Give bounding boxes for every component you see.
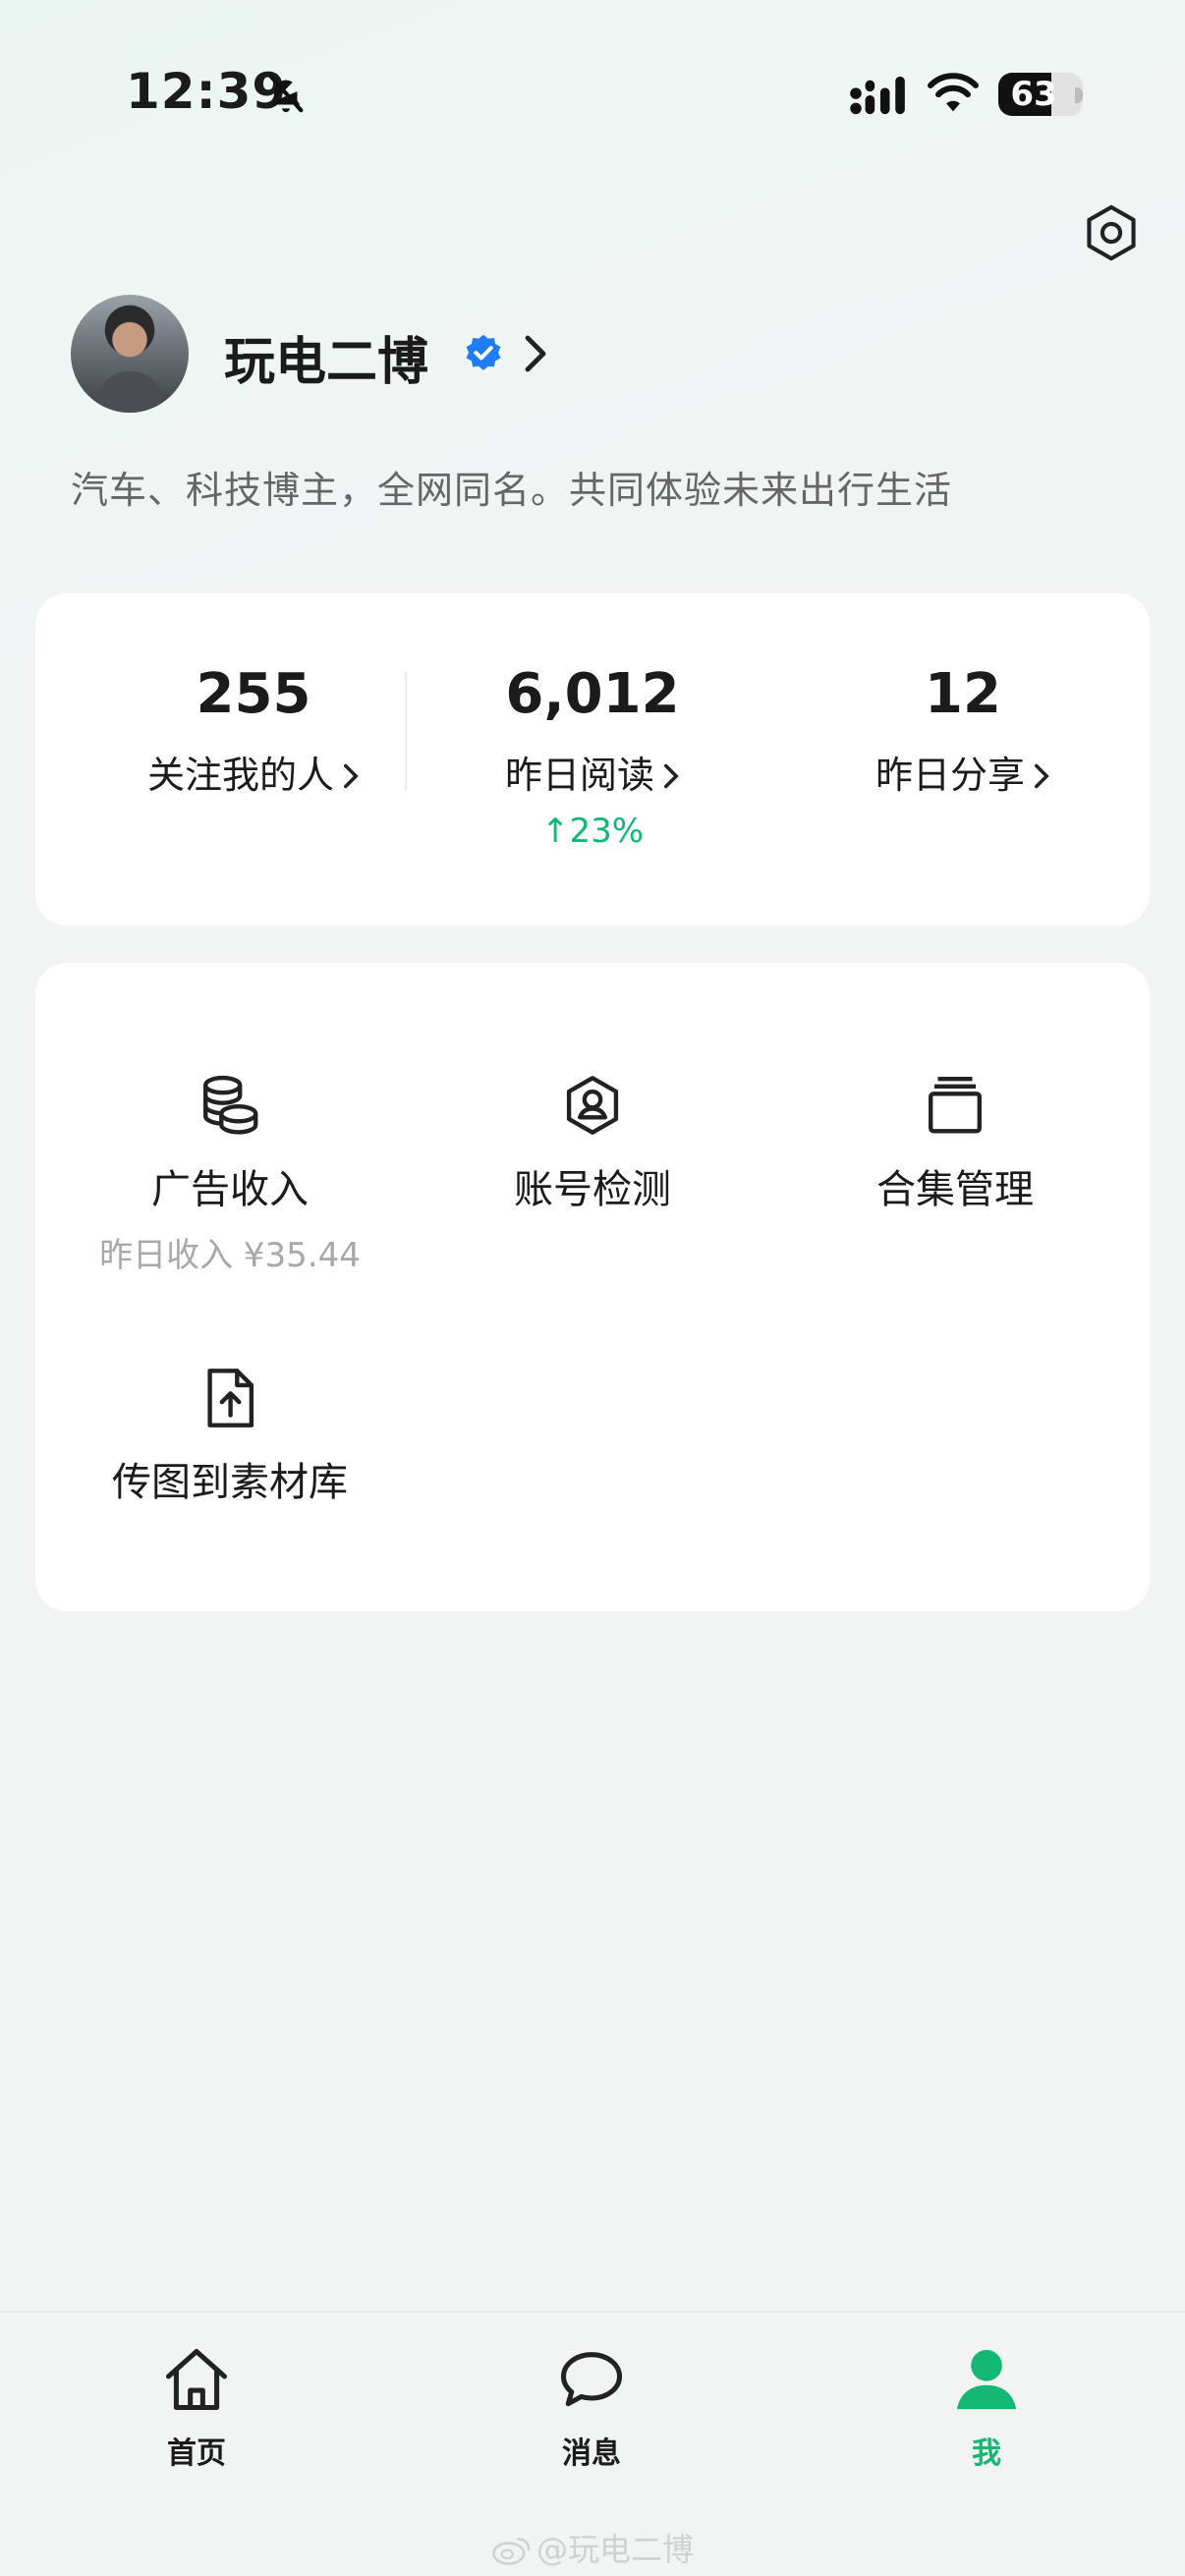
- tool-label: 传图到素材库: [112, 1460, 348, 1505]
- stat-label-row: 昨日阅读: [416, 745, 769, 799]
- hexagon-settings-icon[interactable]: [1079, 200, 1144, 265]
- stat-label: 昨日分享: [875, 754, 1025, 797]
- signal-icon: [850, 76, 905, 115]
- stat-value: 255: [196, 662, 311, 726]
- stats-card: 255 关注我的人 6,012 昨日阅读 ↑23% 12 昨日分享: [35, 593, 1150, 925]
- upload-file-icon: [207, 1369, 254, 1428]
- tool-label: 合集管理: [876, 1167, 1034, 1212]
- stat-value: 12: [925, 662, 1001, 726]
- stat-label: 关注我的人: [146, 754, 334, 797]
- tools-card: 广告收入 昨日收入 ¥35.44 账号检测 合集管理 传图到素材库: [35, 963, 1150, 1611]
- nav-label: 消息: [562, 2436, 621, 2471]
- tool-ad-income[interactable]: 广告收入 昨日收入 ¥35.44: [63, 1071, 397, 1276]
- tool-label: 广告收入: [151, 1167, 309, 1212]
- tool-upload-material[interactable]: 传图到素材库: [63, 1364, 397, 1507]
- coins-icon: [203, 1075, 258, 1135]
- chevron-right-icon: [1035, 763, 1049, 789]
- stat-divider: [405, 672, 407, 790]
- nav-messages[interactable]: 消息: [493, 2342, 690, 2472]
- tool-subtext: 昨日收入 ¥35.44: [99, 1236, 361, 1275]
- chevron-right-icon: [664, 763, 679, 789]
- avatar[interactable]: [71, 295, 189, 413]
- nav-home[interactable]: 首页: [98, 2342, 295, 2472]
- stat-label-row: 昨日分享: [786, 745, 1140, 799]
- tool-collections[interactable]: 合集管理: [788, 1071, 1122, 1214]
- battery-percent: 63: [1010, 75, 1057, 114]
- bell-off-icon: [268, 74, 304, 113]
- watermark: @玩电二博: [0, 2525, 1185, 2570]
- message-icon: [560, 2352, 623, 2407]
- nav-me[interactable]: 我: [888, 2342, 1085, 2472]
- wifi-icon: [928, 73, 979, 112]
- tool-label: 账号检测: [514, 1167, 671, 1212]
- tool-account-check[interactable]: 账号检测: [425, 1071, 760, 1214]
- stat-value: 6,012: [505, 662, 680, 726]
- verified-badge-icon: [466, 334, 501, 370]
- home-icon: [165, 2348, 228, 2411]
- watermark-text: @玩电二博: [536, 2531, 694, 2568]
- profile-bio: 汽车、科技博主，全网同名。共同体验未来出行生活: [71, 469, 953, 512]
- weibo-icon: [492, 2538, 531, 2565]
- chevron-right-icon[interactable]: [523, 334, 548, 373]
- stat-label: 昨日阅读: [504, 754, 654, 797]
- stat-delta: ↑23%: [540, 812, 645, 851]
- battery-tip: [1075, 87, 1083, 103]
- stat-label-row: 关注我的人: [77, 745, 430, 799]
- nav-label: 首页: [167, 2436, 226, 2471]
- battery-icon: 63: [998, 73, 1083, 116]
- chevron-right-icon: [344, 763, 359, 789]
- status-bar: 12:39 63: [0, 0, 1185, 187]
- account-check-icon: [566, 1076, 619, 1135]
- user-icon: [956, 2349, 1017, 2410]
- profile-name[interactable]: 玩电二博: [224, 320, 428, 394]
- collection-icon: [929, 1076, 982, 1134]
- nav-label: 我: [972, 2436, 1001, 2471]
